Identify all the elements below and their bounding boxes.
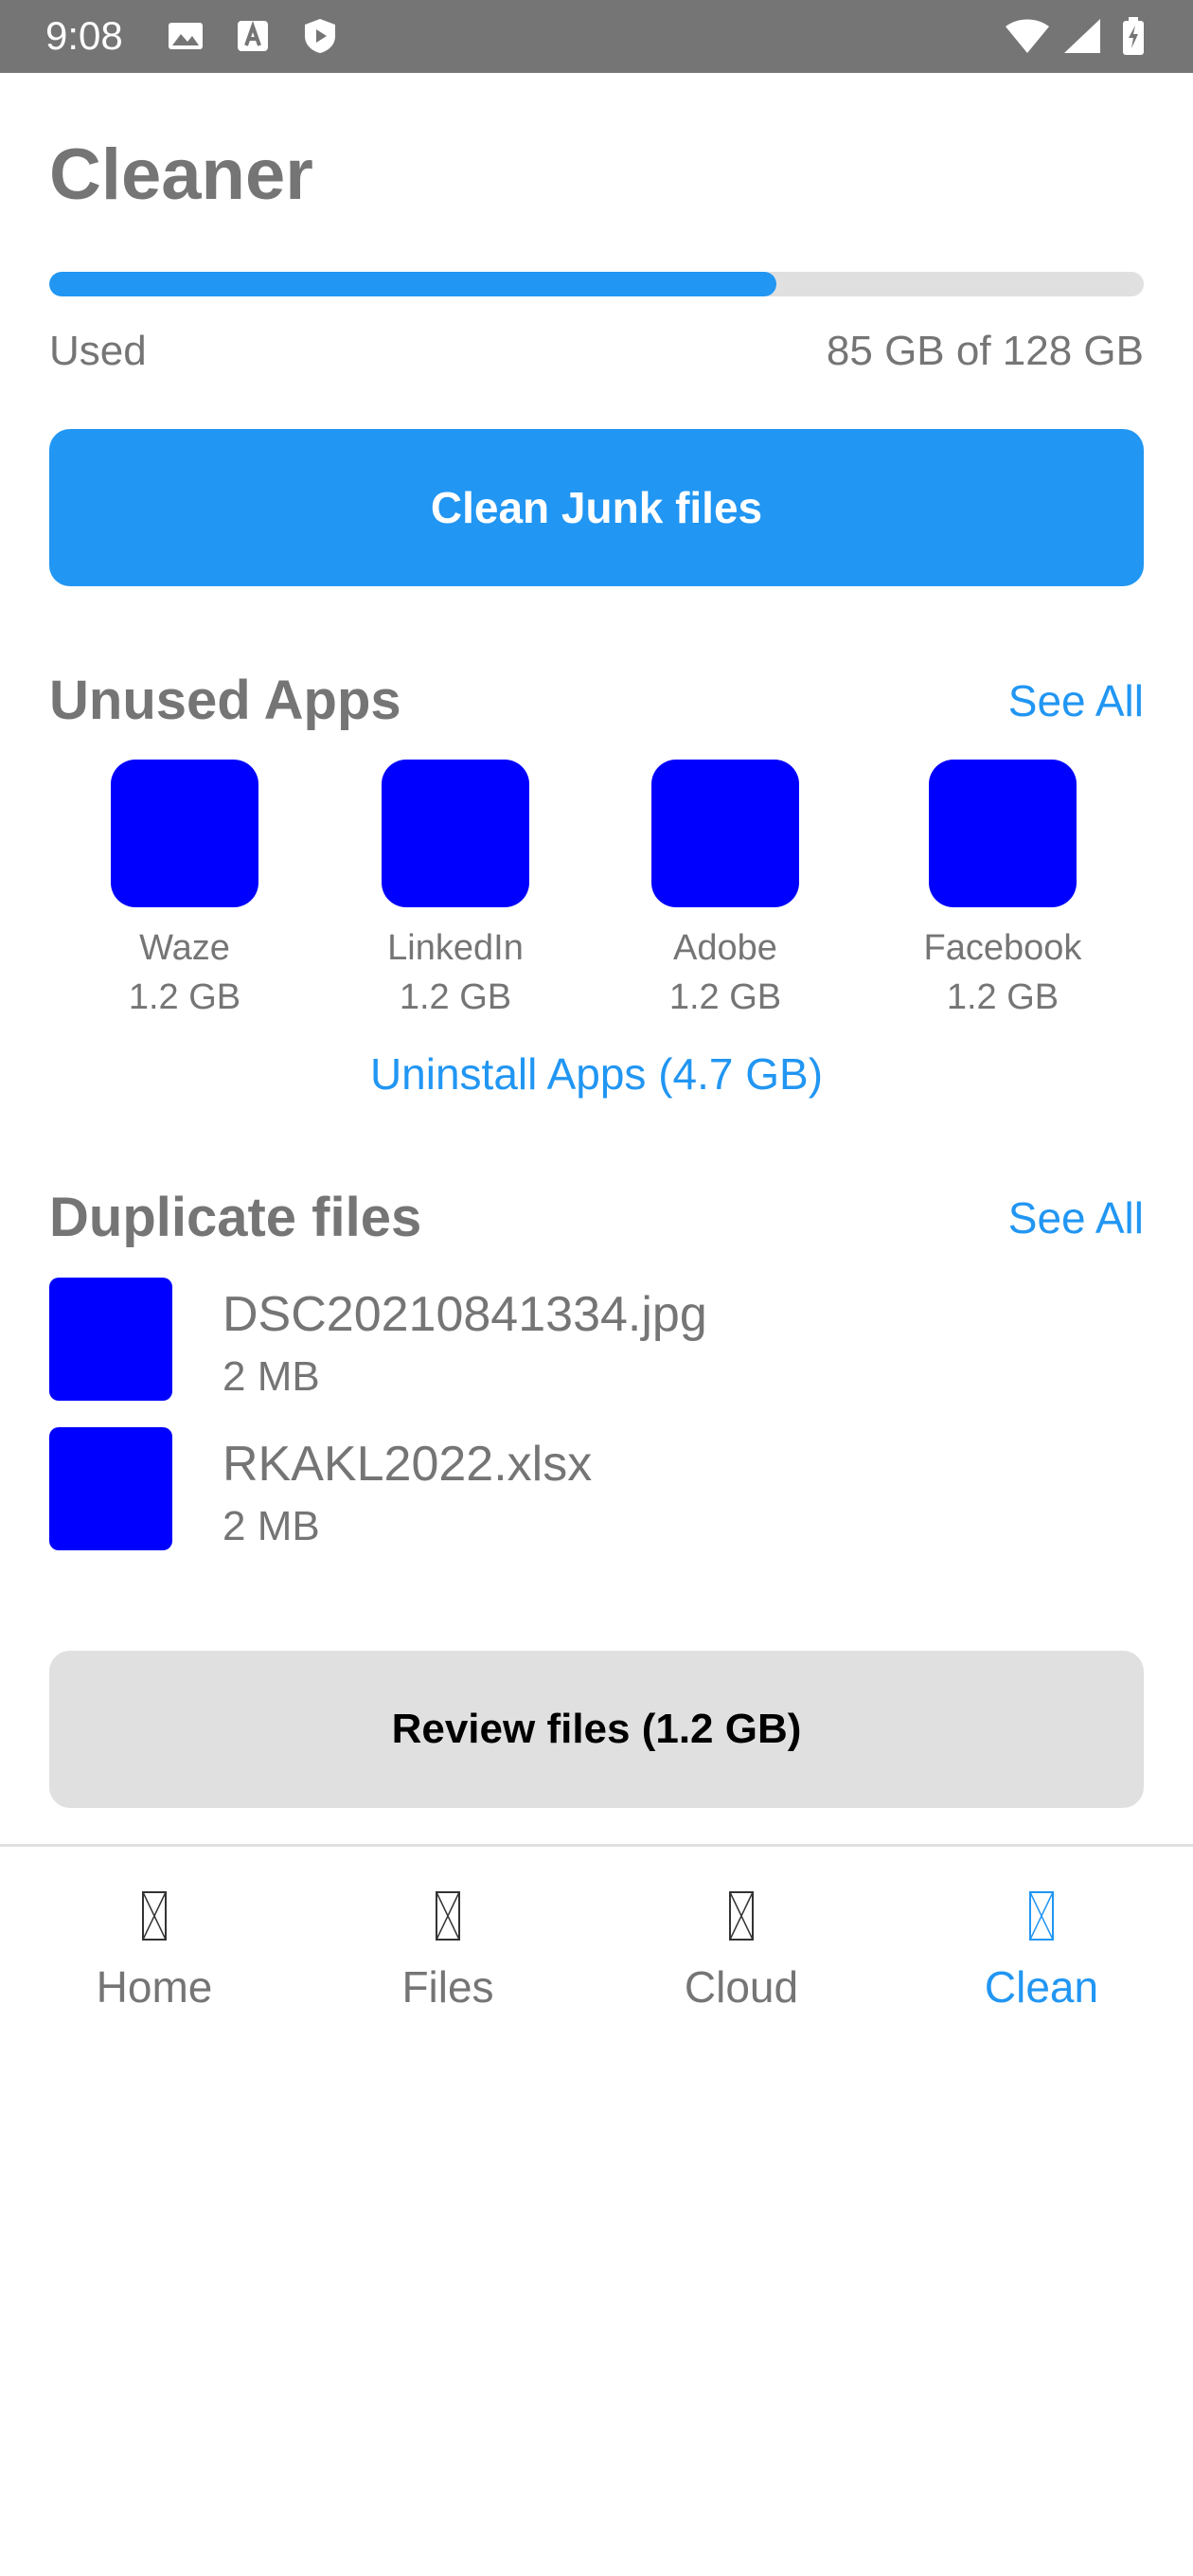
duplicate-files-see-all-link[interactable]: See All bbox=[1008, 1191, 1144, 1244]
uninstall-apps-link[interactable]: Uninstall Apps (4.7 GB) bbox=[0, 1047, 1193, 1100]
app-item-waze[interactable]: Waze 1.2 GB bbox=[76, 760, 294, 1021]
review-files-button[interactable]: Review files (1.2 GB) bbox=[49, 1651, 1144, 1808]
shield-play-icon bbox=[301, 17, 339, 55]
clean-junk-files-button[interactable]: Clean Junk files bbox=[49, 429, 1144, 586]
file-size: 2 MB bbox=[223, 1353, 320, 1400]
battery-icon bbox=[1121, 17, 1146, 55]
nav-item-files[interactable]: Files bbox=[325, 1890, 571, 2013]
font-icon bbox=[234, 17, 272, 55]
app-size: 1.2 GB bbox=[946, 977, 1059, 1017]
nav-item-clean[interactable]: Clean bbox=[918, 1890, 1165, 2013]
storage-progress-fill bbox=[49, 272, 776, 296]
nav-label: Clean bbox=[984, 1962, 1099, 2012]
file-thumbnail bbox=[49, 1278, 172, 1401]
file-size: 2 MB bbox=[223, 1503, 320, 1549]
app-size: 1.2 GB bbox=[399, 977, 512, 1017]
app-item-adobe[interactable]: Adobe 1.2 GB bbox=[616, 760, 834, 1021]
status-bar: 9:08 bbox=[0, 0, 1193, 73]
file-name: DSC20210841334.jpg bbox=[223, 1287, 707, 1342]
file-row[interactable]: RKAKL2022.xlsx 2 MB bbox=[49, 1427, 1144, 1550]
cloud-icon bbox=[729, 1891, 754, 1941]
file-name: RKAKL2022.xlsx bbox=[223, 1437, 593, 1492]
clean-icon bbox=[1029, 1891, 1054, 1941]
files-icon bbox=[436, 1891, 460, 1941]
nav-label: Cloud bbox=[684, 1962, 799, 2012]
app-name: Adobe bbox=[673, 928, 777, 968]
app-name: Waze bbox=[139, 928, 230, 968]
file-row[interactable]: DSC20210841334.jpg 2 MB bbox=[49, 1278, 1144, 1401]
app-icon bbox=[651, 760, 799, 907]
nav-label: Home bbox=[96, 1962, 213, 2012]
app-icon bbox=[382, 760, 529, 907]
used-value: 85 GB of 128 GB bbox=[826, 328, 1144, 374]
app-item-facebook[interactable]: Facebook 1.2 GB bbox=[894, 760, 1112, 1021]
status-time: 9:08 bbox=[45, 13, 123, 58]
unused-apps-see-all-link[interactable]: See All bbox=[1008, 674, 1144, 727]
storage-progress-bar bbox=[49, 272, 1144, 296]
nav-item-home[interactable]: Home bbox=[31, 1890, 277, 2013]
wifi-icon bbox=[1004, 17, 1051, 55]
app-size: 1.2 GB bbox=[668, 977, 782, 1017]
nav-label: Files bbox=[401, 1962, 494, 2012]
signal-icon bbox=[1062, 17, 1102, 55]
duplicate-files-title: Duplicate files bbox=[49, 1187, 422, 1248]
nav-item-cloud[interactable]: Cloud bbox=[618, 1890, 864, 2013]
image-icon bbox=[167, 17, 205, 55]
app-icon bbox=[929, 760, 1077, 907]
bottom-nav: Home Files Cloud Clean bbox=[0, 1847, 1193, 2046]
home-icon bbox=[142, 1891, 167, 1941]
app-name: LinkedIn bbox=[387, 928, 524, 968]
unused-apps-title: Unused Apps bbox=[49, 670, 401, 731]
app-size: 1.2 GB bbox=[128, 977, 241, 1017]
app-icon bbox=[111, 760, 258, 907]
app-item-linkedin[interactable]: LinkedIn 1.2 GB bbox=[347, 760, 564, 1021]
file-thumbnail bbox=[49, 1427, 172, 1550]
page-title: Cleaner bbox=[49, 134, 313, 215]
app-name: Facebook bbox=[923, 928, 1082, 968]
used-label: Used bbox=[49, 328, 147, 374]
